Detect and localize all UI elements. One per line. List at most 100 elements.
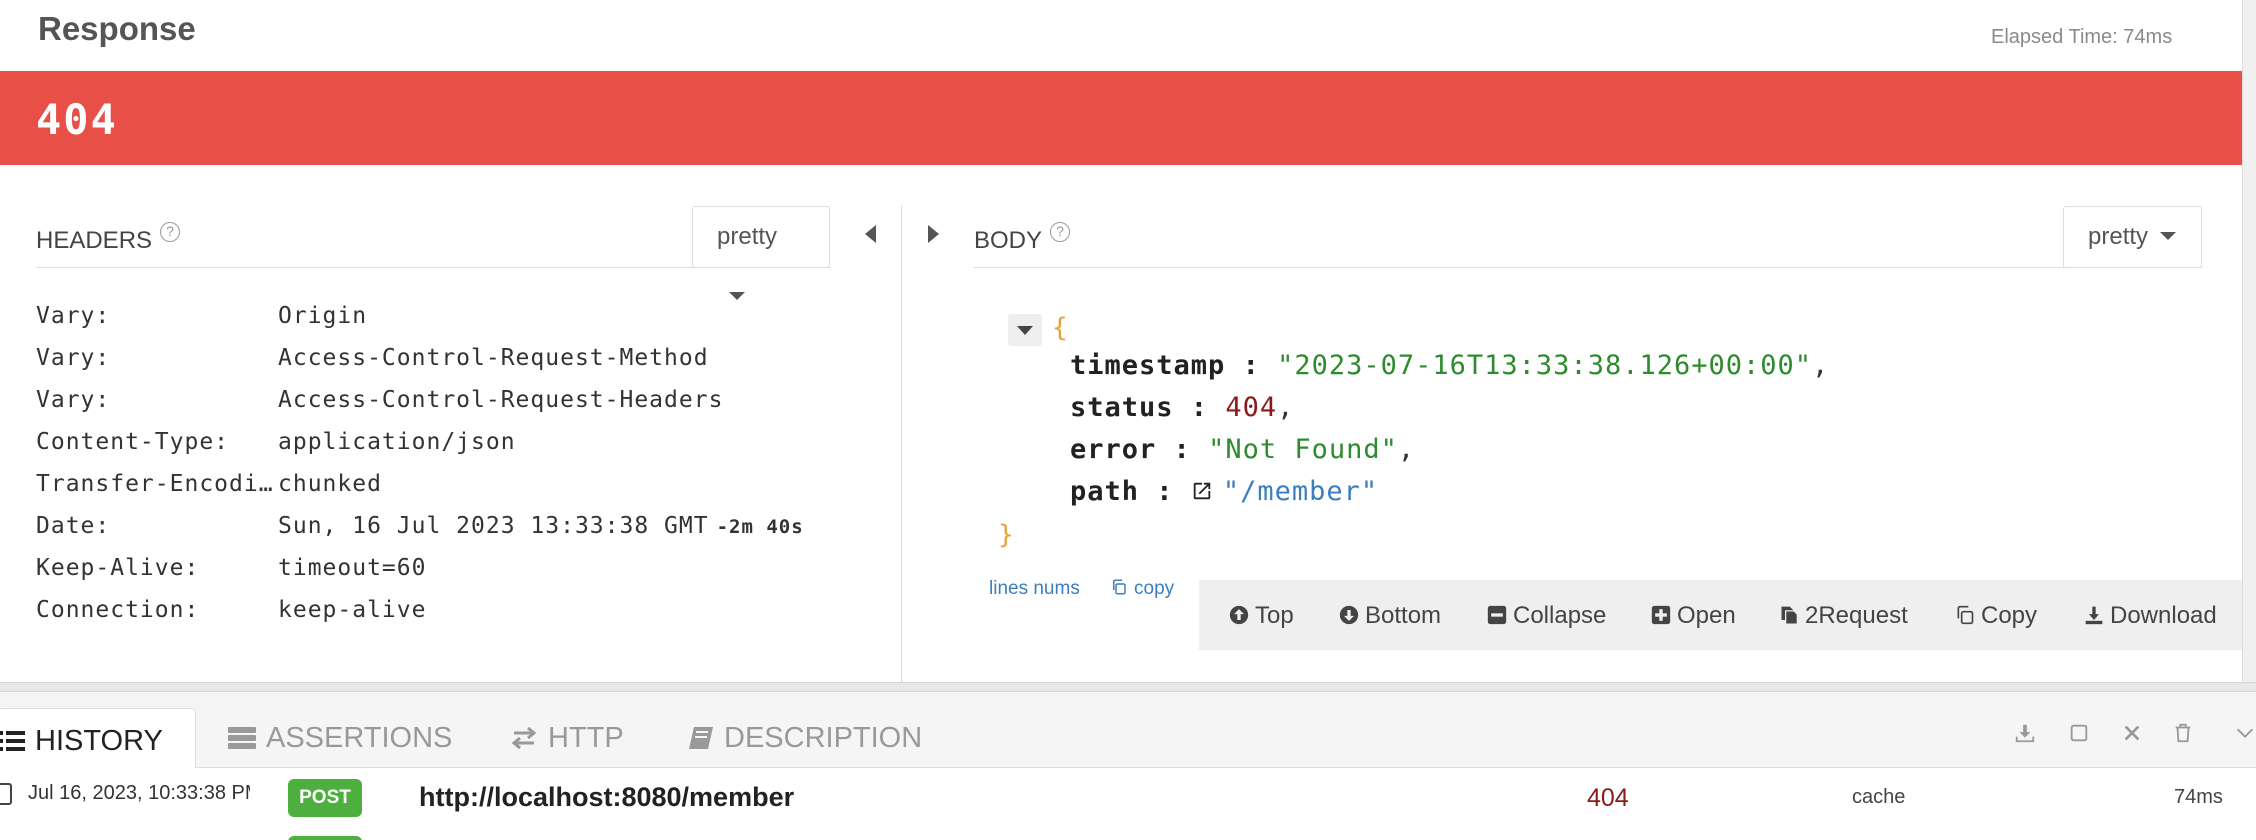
arrow-down-circle-icon — [1339, 605, 1359, 625]
open-button[interactable]: Open — [1651, 602, 1736, 630]
relative-time: -2m 40s — [716, 516, 804, 538]
bottom-label: Bottom — [1365, 602, 1442, 629]
download-icon — [2085, 606, 2103, 625]
collapse-left-icon[interactable] — [865, 225, 876, 243]
json-open-brace: { — [1052, 313, 1068, 343]
json-path-link[interactable]: "/member" — [1223, 476, 1378, 507]
list-icon — [0, 731, 25, 751]
json-separator: , — [1277, 392, 1295, 423]
headers-format-select[interactable]: pretty — [692, 206, 830, 300]
copy-label: copy — [1134, 578, 1175, 599]
headers-title: HEADERS — [36, 227, 153, 254]
history-time: 74ms — [2174, 786, 2223, 808]
status-banner: 404 — [0, 71, 2242, 165]
body-format-select[interactable]: pretty — [2063, 206, 2202, 268]
header-row: Content-Type: application/json — [36, 429, 516, 455]
expand-right-icon[interactable] — [928, 225, 939, 243]
tab-history[interactable]: HISTORY — [0, 708, 196, 769]
header-row: Vary: Origin — [36, 303, 367, 329]
scrollbar[interactable] — [2242, 0, 2256, 690]
panel-resizer[interactable] — [0, 682, 2256, 692]
tab-description[interactable]: DESCRIPTION — [688, 722, 922, 755]
body-heading: BODY? — [974, 222, 1071, 255]
panel-divider[interactable] — [901, 205, 902, 683]
external-link-icon[interactable] — [1191, 480, 1213, 502]
json-entry: timestamp : "2023-07-16T13:33:38.126+00:… — [1070, 350, 1830, 381]
header-value: keep-alive — [278, 597, 427, 623]
header-value: Access-Control-Request-Method — [278, 345, 709, 371]
to-request-button[interactable]: 2Request — [1779, 602, 1908, 630]
tab-assertions[interactable]: ASSERTIONS — [228, 722, 452, 755]
exchange-icon — [511, 726, 537, 750]
copy-link[interactable]: copy — [1110, 578, 1174, 600]
copy-label: Copy — [1981, 602, 2038, 629]
json-key: timestamp — [1070, 350, 1226, 381]
history-cache: cache — [1852, 786, 1906, 808]
copy-icon — [1957, 605, 1974, 625]
tab-label: DESCRIPTION — [724, 722, 923, 754]
header-row: Transfer-Encodi… chunked — [36, 471, 382, 497]
header-key: Vary: — [36, 345, 111, 371]
download-button[interactable]: Download — [2084, 602, 2217, 630]
json-key: status — [1070, 392, 1174, 423]
json-separator: , — [1397, 434, 1416, 465]
download-label: Download — [2110, 602, 2217, 629]
top-button[interactable]: Top — [1229, 602, 1294, 630]
header-key: Vary: — [36, 387, 111, 413]
header-key: Keep-Alive: — [36, 555, 200, 581]
header-key: Vary: — [36, 303, 111, 329]
json-value: "Not Found" — [1208, 434, 1398, 465]
collapse-toggle-icon[interactable] — [1008, 314, 1042, 346]
trash-icon[interactable] — [2172, 722, 2194, 744]
top-label: Top — [1255, 602, 1294, 629]
status-code: 404 — [36, 95, 118, 144]
response-title: Response — [38, 10, 196, 47]
header-key: Date: — [36, 513, 111, 539]
square-icon[interactable] — [2068, 722, 2090, 744]
collapse-label: Collapse — [1513, 602, 1607, 629]
format-label: pretty — [717, 223, 778, 250]
book-icon — [689, 727, 713, 749]
header-row: Connection: keep-alive — [36, 597, 426, 623]
header-row: Date: Sun, 16 Jul 2023 13:33:38 GMT -2m 40… — [36, 513, 804, 539]
to-request-label: 2Request — [1805, 602, 1908, 629]
arrow-up-circle-icon — [1229, 605, 1249, 625]
json-entry: error : "Not Found", — [1070, 434, 1416, 465]
header-key: Connection: — [36, 597, 200, 623]
tab-label: HTTP — [548, 722, 624, 754]
json-key: path — [1070, 476, 1140, 507]
help-icon[interactable]: ? — [1050, 222, 1071, 242]
tab-http[interactable]: HTTP — [510, 722, 624, 755]
collapse-button[interactable]: Collapse — [1487, 602, 1606, 630]
json-value: 404 — [1225, 392, 1278, 423]
json-value: "2023-07-16T13:33:38.126+00:00" — [1277, 350, 1813, 381]
divider — [974, 267, 2202, 268]
header-row: Keep-Alive: timeout=60 — [36, 555, 426, 581]
history-checkbox[interactable] — [0, 783, 12, 805]
format-label: pretty — [2088, 223, 2149, 250]
history-url[interactable]: http://localhost:8080/member — [419, 782, 794, 813]
header-row: Vary: Access-Control-Request-Method — [36, 345, 709, 371]
bottom-button[interactable]: Bottom — [1339, 602, 1441, 630]
header-value: timeout=60 — [278, 555, 427, 581]
help-icon[interactable]: ? — [160, 222, 181, 242]
json-key: error — [1070, 434, 1157, 465]
elapsed-time: Elapsed Time: 74ms — [1991, 26, 2173, 48]
chevron-down-icon[interactable] — [2234, 722, 2256, 744]
header-value: Sun, 16 Jul 2023 13:33:38 GMT — [278, 513, 709, 539]
open-label: Open — [1677, 602, 1736, 629]
download-icon[interactable] — [2014, 722, 2036, 744]
copy-button[interactable]: Copy — [1955, 602, 2037, 630]
close-icon[interactable] — [2121, 722, 2143, 744]
lines-nums-link[interactable]: lines nums — [989, 578, 1080, 600]
caret-down-icon — [2160, 232, 2177, 240]
body-toolbar: Top Bottom Collapse Open 2Request Copy D… — [1199, 580, 2242, 650]
caret-down-icon — [729, 292, 745, 300]
files-icon — [1781, 606, 1798, 625]
header-value: Access-Control-Request-Headers — [278, 387, 724, 413]
body-title: BODY — [974, 227, 1043, 254]
bottom-tabs: HISTORY ASSERTIONS HTTP DESCRIPTION — [0, 692, 2256, 769]
method-badge — [288, 836, 362, 840]
plus-square-icon — [1651, 605, 1671, 625]
json-entry: status : 404, — [1070, 392, 1295, 423]
